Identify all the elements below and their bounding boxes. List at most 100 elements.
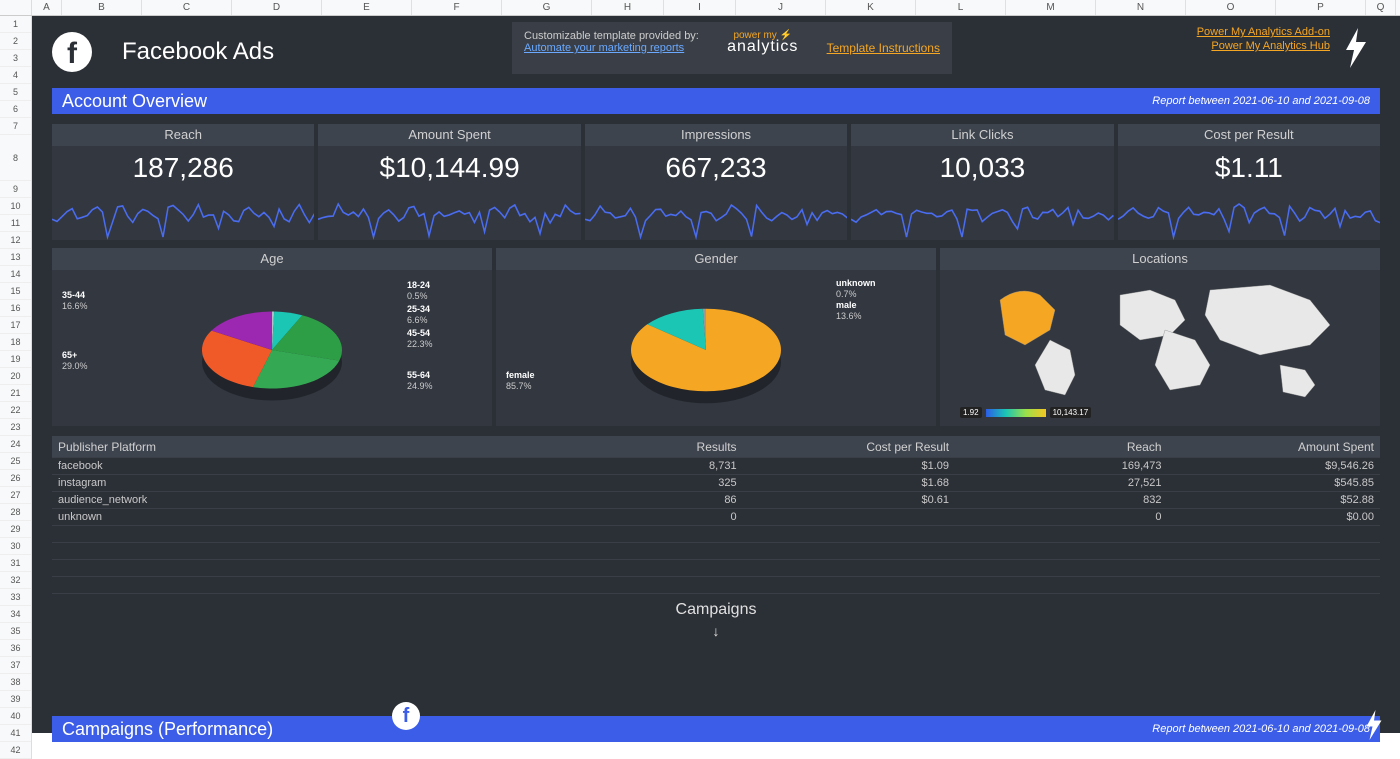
th-results[interactable]: Results <box>530 436 742 457</box>
template-box: Customizable template provided by: Autom… <box>512 22 952 74</box>
row-32[interactable]: 32 <box>0 572 31 589</box>
row-41[interactable]: 41 <box>0 725 31 742</box>
row-30[interactable]: 30 <box>0 538 31 555</box>
col-F[interactable]: F <box>412 0 502 15</box>
table-row[interactable]: instagram325$1.6827,521$545.85 <box>52 475 1380 492</box>
row-14[interactable]: 14 <box>0 266 31 283</box>
table-row[interactable]: unknown00$0.00 <box>52 509 1380 526</box>
row-2[interactable]: 2 <box>0 33 31 50</box>
col-D[interactable]: D <box>232 0 322 15</box>
chart-gender: Gender unknown0.7%male13.6%female85.7% <box>496 248 936 426</box>
row-40[interactable]: 40 <box>0 708 31 725</box>
chart-gender-title: Gender <box>496 248 936 270</box>
report-header: f Facebook Ads Customizable template pro… <box>52 22 1380 82</box>
row-9[interactable]: 9 <box>0 181 31 198</box>
col-A[interactable]: A <box>32 0 62 15</box>
row-19[interactable]: 19 <box>0 351 31 368</box>
row-29[interactable]: 29 <box>0 521 31 538</box>
col-G[interactable]: G <box>502 0 592 15</box>
pie-label-unknown: unknown0.7% <box>836 278 876 300</box>
row-37[interactable]: 37 <box>0 657 31 674</box>
template-instructions-link[interactable]: Template Instructions <box>827 41 940 55</box>
row-22[interactable]: 22 <box>0 402 31 419</box>
facebook-icon: f <box>52 32 92 72</box>
col-I[interactable]: I <box>664 0 736 15</box>
row-20[interactable]: 20 <box>0 368 31 385</box>
section-overview-bar: Account Overview Report between 2021-06-… <box>52 88 1380 114</box>
col-K[interactable]: K <box>826 0 916 15</box>
metric-value: $10,144.99 <box>318 146 580 186</box>
row-15[interactable]: 15 <box>0 283 31 300</box>
row-10[interactable]: 10 <box>0 198 31 215</box>
row-28[interactable]: 28 <box>0 504 31 521</box>
addon-link[interactable]: Power My Analytics Add-on <box>1197 26 1330 38</box>
row-35[interactable]: 35 <box>0 623 31 640</box>
row-gutter: 1234567891011121314151617181920212223242… <box>0 16 32 759</box>
metric-link-clicks: Link Clicks 10,033 <box>851 124 1113 240</box>
row-6[interactable]: 6 <box>0 101 31 118</box>
row-26[interactable]: 26 <box>0 470 31 487</box>
row-34[interactable]: 34 <box>0 606 31 623</box>
pie-label-35-44: 35-4416.6% <box>62 290 88 312</box>
row-5[interactable]: 5 <box>0 84 31 101</box>
column-headers: ABCDEFGHIJKLMNOPQ <box>0 0 1400 16</box>
pie-label-25-34: 25-346.6% <box>407 304 430 326</box>
col-H[interactable]: H <box>592 0 664 15</box>
metric-value: 10,033 <box>851 146 1113 186</box>
table-row[interactable]: facebook8,731$1.09169,473$9,546.26 <box>52 458 1380 475</box>
col-C[interactable]: C <box>142 0 232 15</box>
down-arrow-icon: ↓ <box>32 623 1400 639</box>
col-J[interactable]: J <box>736 0 826 15</box>
metric-value: 187,286 <box>52 146 314 186</box>
row-17[interactable]: 17 <box>0 317 31 334</box>
metric-cost-per-result: Cost per Result $1.11 <box>1118 124 1380 240</box>
col-gutter[interactable] <box>0 0 32 15</box>
col-Q[interactable]: Q <box>1366 0 1396 15</box>
row-23[interactable]: 23 <box>0 419 31 436</box>
row-38[interactable]: 38 <box>0 674 31 691</box>
section-title: Account Overview <box>62 91 207 112</box>
row-25[interactable]: 25 <box>0 453 31 470</box>
template-line1: Customizable template provided by: <box>524 30 699 42</box>
row-12[interactable]: 12 <box>0 232 31 249</box>
th-publisher-platform[interactable]: Publisher Platform <box>52 436 530 457</box>
table-row[interactable]: audience_network86$0.61832$52.88 <box>52 492 1380 509</box>
row-4[interactable]: 4 <box>0 67 31 84</box>
row-36[interactable]: 36 <box>0 640 31 657</box>
sparkline <box>851 186 1113 241</box>
col-P[interactable]: P <box>1276 0 1366 15</box>
row-33[interactable]: 33 <box>0 589 31 606</box>
row-39[interactable]: 39 <box>0 691 31 708</box>
row-27[interactable]: 27 <box>0 487 31 504</box>
row-1[interactable]: 1 <box>0 16 31 33</box>
col-E[interactable]: E <box>322 0 412 15</box>
lightning-icon <box>1364 710 1384 740</box>
row-31[interactable]: 31 <box>0 555 31 572</box>
row-42[interactable]: 42 <box>0 742 31 759</box>
th-reach[interactable]: Reach <box>955 436 1167 457</box>
col-L[interactable]: L <box>916 0 1006 15</box>
row-21[interactable]: 21 <box>0 385 31 402</box>
col-O[interactable]: O <box>1186 0 1276 15</box>
chart-age-title: Age <box>52 248 492 270</box>
col-N[interactable]: N <box>1096 0 1186 15</box>
facebook-mini-icon: f <box>392 702 420 730</box>
row-18[interactable]: 18 <box>0 334 31 351</box>
map-legend: 1.9210,143.17 <box>960 407 1091 418</box>
row-7[interactable]: 7 <box>0 118 31 135</box>
col-B[interactable]: B <box>62 0 142 15</box>
row-8[interactable]: 8 <box>0 135 31 181</box>
col-M[interactable]: M <box>1006 0 1096 15</box>
publisher-table: Publisher PlatformResultsCost per Result… <box>52 436 1380 594</box>
th-cost-per-result[interactable]: Cost per Result <box>743 436 955 457</box>
hub-link[interactable]: Power My Analytics Hub <box>1197 40 1330 52</box>
row-3[interactable]: 3 <box>0 50 31 67</box>
th-amount-spent[interactable]: Amount Spent <box>1168 436 1380 457</box>
row-11[interactable]: 11 <box>0 215 31 232</box>
world-map-icon <box>940 270 1380 426</box>
metric-amount-spent: Amount Spent $10,144.99 <box>318 124 580 240</box>
automate-link[interactable]: Automate your marketing reports <box>524 42 684 54</box>
row-24[interactable]: 24 <box>0 436 31 453</box>
row-16[interactable]: 16 <box>0 300 31 317</box>
row-13[interactable]: 13 <box>0 249 31 266</box>
